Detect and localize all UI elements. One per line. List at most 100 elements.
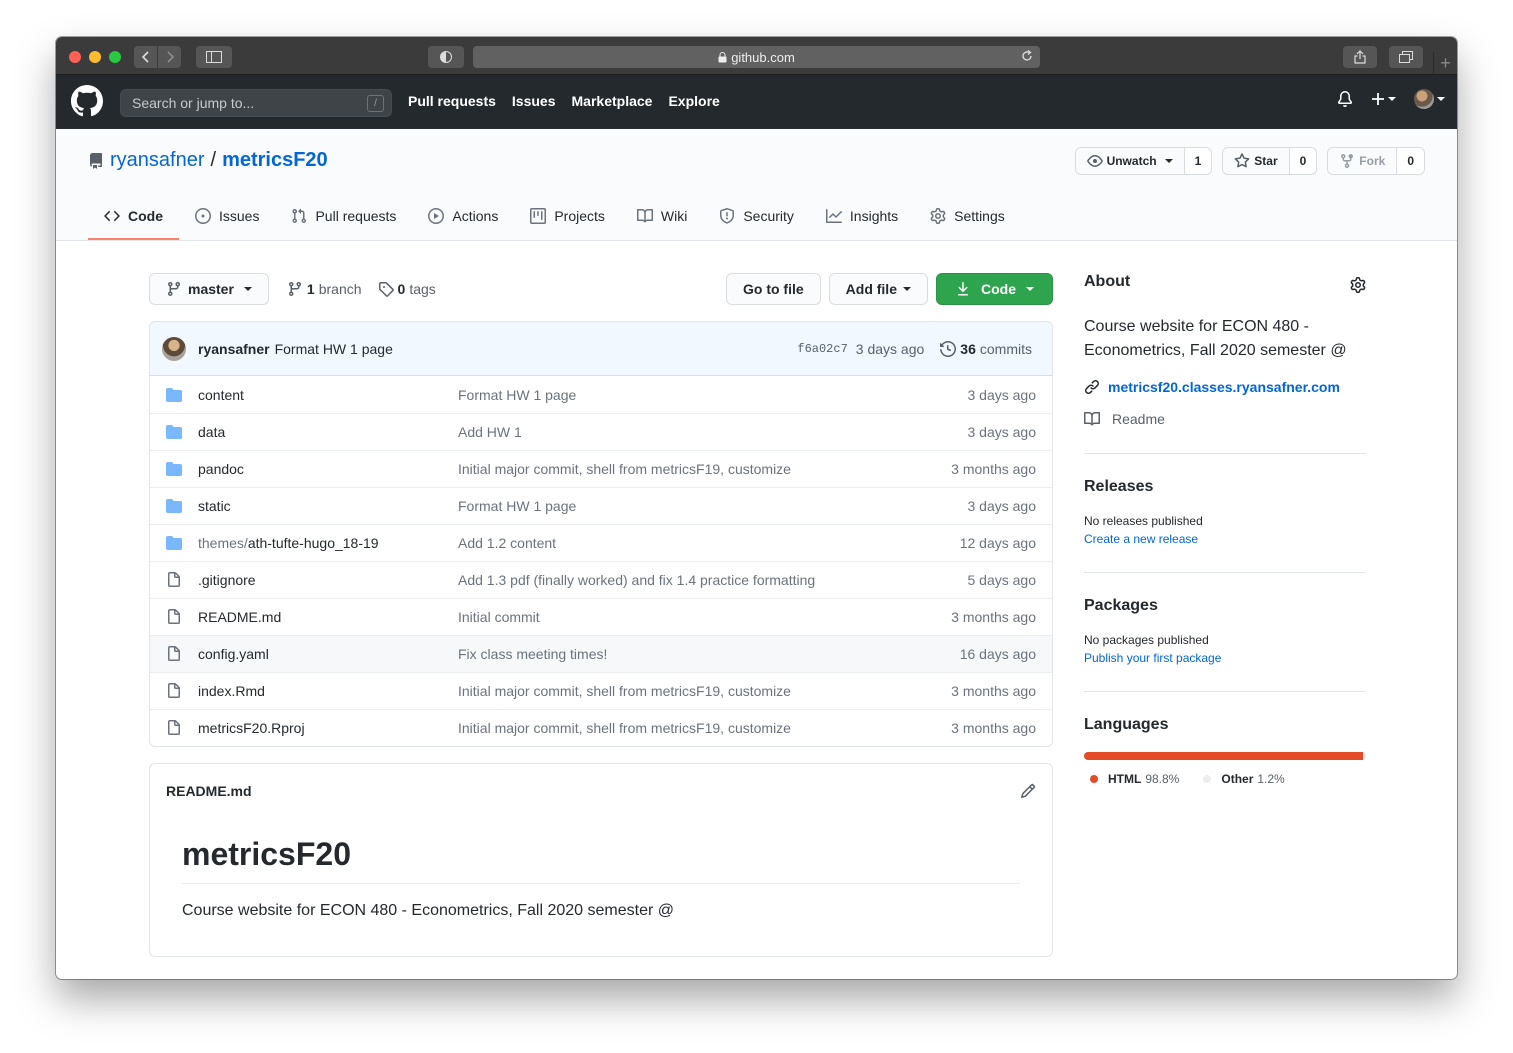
file-commit-message[interactable]: Add 1.2 content (458, 535, 556, 551)
share-button[interactable] (1343, 46, 1377, 68)
file-row[interactable]: index.Rmd Initial major commit, shell fro… (150, 672, 1052, 709)
packages-title[interactable]: Packages (1084, 597, 1366, 615)
language-item[interactable]: HTML 98.8% (1090, 772, 1179, 786)
fork-button[interactable]: Fork (1328, 148, 1398, 174)
folder-icon (166, 499, 182, 513)
address-bar[interactable]: github.com (473, 46, 1040, 68)
file-commit-age: 5 days ago (967, 572, 1037, 588)
avatar[interactable] (162, 336, 186, 361)
close-window-button[interactable] (69, 51, 81, 63)
repo-actions: Unwatch 1 Star 0 Fork 0 (1074, 147, 1425, 175)
file-row[interactable]: content Format HW 1 page 3 days ago (150, 376, 1052, 413)
file-commit-message[interactable]: Initial major commit, shell from metrics… (458, 720, 791, 736)
file-commit-message[interactable]: Format HW 1 page (458, 498, 576, 514)
user-menu[interactable] (1414, 89, 1445, 109)
repo-description: Course website for ECON 480 - Econometri… (1084, 318, 1347, 359)
zoom-window-button[interactable] (109, 51, 121, 63)
readme-link[interactable]: Readme (1084, 411, 1366, 427)
releases-title[interactable]: Releases (1084, 478, 1366, 496)
caret-down-icon (1164, 159, 1173, 163)
file-name-link[interactable]: content (198, 387, 458, 403)
star-button[interactable]: Star (1223, 148, 1290, 174)
search-input[interactable]: Search or jump to... / (120, 89, 392, 117)
file-rows: content Format HW 1 page 3 days ago data Add… (150, 376, 1052, 746)
unwatch-button[interactable]: Unwatch (1076, 148, 1185, 174)
tab-pull-requests[interactable]: Pull requests (275, 194, 412, 240)
tab-overview-button[interactable] (1389, 46, 1423, 68)
website-link[interactable]: metricsf20.classes.ryansafner.com (1084, 379, 1366, 395)
tab-security[interactable]: Security (703, 194, 810, 240)
nav-pull-requests[interactable]: Pull requests (408, 93, 496, 109)
file-name-link[interactable]: themes/ath-tufte-hugo_18-19 (198, 535, 458, 551)
tab-actions[interactable]: Actions (412, 194, 514, 240)
commits-link[interactable]: 36 commits (940, 341, 1032, 357)
file-name-link[interactable]: metricsF20.Rproj (198, 720, 458, 736)
latest-commit: ryansafner Format HW 1 page f6a02c7 3 da… (150, 322, 1052, 376)
forks-count[interactable]: 0 (1397, 148, 1424, 174)
pencil-icon[interactable] (1020, 783, 1036, 799)
new-tab-button[interactable]: + (1433, 52, 1457, 74)
repo-name-link[interactable]: metricsF20 (222, 149, 328, 172)
code-download-button[interactable]: Code (936, 273, 1053, 305)
repo-owner-link[interactable]: ryansafner (110, 149, 205, 172)
nav-marketplace[interactable]: Marketplace (572, 93, 653, 109)
language-list: HTML 98.8% Other 1.2% (1090, 772, 1366, 786)
go-to-file-button[interactable]: Go to file (725, 273, 821, 305)
file-commit-message[interactable]: Initial major commit, shell from metrics… (458, 683, 791, 699)
gear-icon[interactable] (1350, 277, 1366, 293)
file-commit-message[interactable]: Fix class meeting times! (458, 646, 607, 662)
publish-package-link[interactable]: Publish your first package (1084, 651, 1366, 665)
file-row[interactable]: data Add HW 1 3 days ago (150, 413, 1052, 450)
add-file-button[interactable]: Add file (828, 273, 928, 305)
sidebar-toggle-button[interactable] (196, 46, 232, 68)
file-commit-message[interactable]: Initial commit (458, 609, 540, 625)
file-row[interactable]: static Format HW 1 page 3 days ago (150, 487, 1052, 524)
file-type-icon (166, 424, 182, 440)
file-name-link[interactable]: pandoc (198, 461, 458, 477)
forward-button[interactable] (158, 46, 181, 68)
file-row[interactable]: config.yaml Fix class meeting times! 16 da… (150, 635, 1052, 672)
commit-sha[interactable]: f6a02c7 (797, 342, 847, 356)
file-name-link[interactable]: static (198, 498, 458, 514)
file-commit-message[interactable]: Initial major commit, shell from metrics… (458, 461, 791, 477)
language-item[interactable]: Other 1.2% (1203, 772, 1285, 786)
github-logo-icon[interactable] (71, 85, 103, 117)
stars-count[interactable]: 0 (1289, 148, 1317, 174)
nav-explore[interactable]: Explore (668, 93, 719, 109)
branch-select-button[interactable]: master (149, 273, 269, 305)
file-name-link[interactable]: config.yaml (198, 646, 458, 662)
tab-code[interactable]: Code (88, 194, 179, 240)
file-row[interactable]: .gitignore Add 1.3 pdf (finally worked) a… (150, 561, 1052, 598)
tab-wiki[interactable]: Wiki (621, 194, 703, 240)
file-row[interactable]: themes/ath-tufte-hugo_18-19 Add 1.2 conte… (150, 524, 1052, 561)
reload-icon[interactable] (1020, 49, 1034, 63)
tab-projects[interactable]: Projects (514, 194, 621, 240)
minimize-window-button[interactable] (89, 51, 101, 63)
file-commit-message[interactable]: Format HW 1 page (458, 387, 576, 403)
commit-message[interactable]: Format HW 1 page (275, 341, 393, 357)
file-name-link[interactable]: data (198, 424, 458, 440)
file-commit-message[interactable]: Add HW 1 (458, 424, 522, 440)
file-name-link[interactable]: README.md (198, 609, 458, 625)
book-icon (1084, 411, 1100, 426)
watchers-count[interactable]: 1 (1184, 148, 1212, 174)
file-name-link[interactable]: .gitignore (198, 572, 458, 588)
link-icon (1085, 380, 1099, 394)
tab-settings[interactable]: Settings (914, 194, 1021, 240)
file-commit-message[interactable]: Add 1.3 pdf (finally worked) and fix 1.4… (458, 572, 815, 588)
back-button[interactable] (134, 46, 157, 68)
create-new-menu[interactable] (1371, 92, 1396, 106)
privacy-report-button[interactable] (428, 46, 464, 68)
bell-icon[interactable] (1337, 91, 1353, 107)
create-release-link[interactable]: Create a new release (1084, 532, 1366, 546)
tab-insights[interactable]: Insights (810, 194, 914, 240)
file-name-link[interactable]: index.Rmd (198, 683, 458, 699)
nav-issues[interactable]: Issues (512, 93, 556, 109)
tab-issues[interactable]: Issues (179, 194, 275, 240)
commit-author[interactable]: ryansafner (198, 341, 270, 357)
file-row[interactable]: metricsF20.Rproj Initial major commit, sh… (150, 709, 1052, 746)
file-row[interactable]: README.md Initial commit 3 months ago (150, 598, 1052, 635)
branches-link[interactable]: 1 branch (287, 281, 362, 297)
file-row[interactable]: pandoc Initial major commit, shell from m… (150, 450, 1052, 487)
tags-link[interactable]: 0 tags (378, 281, 436, 297)
